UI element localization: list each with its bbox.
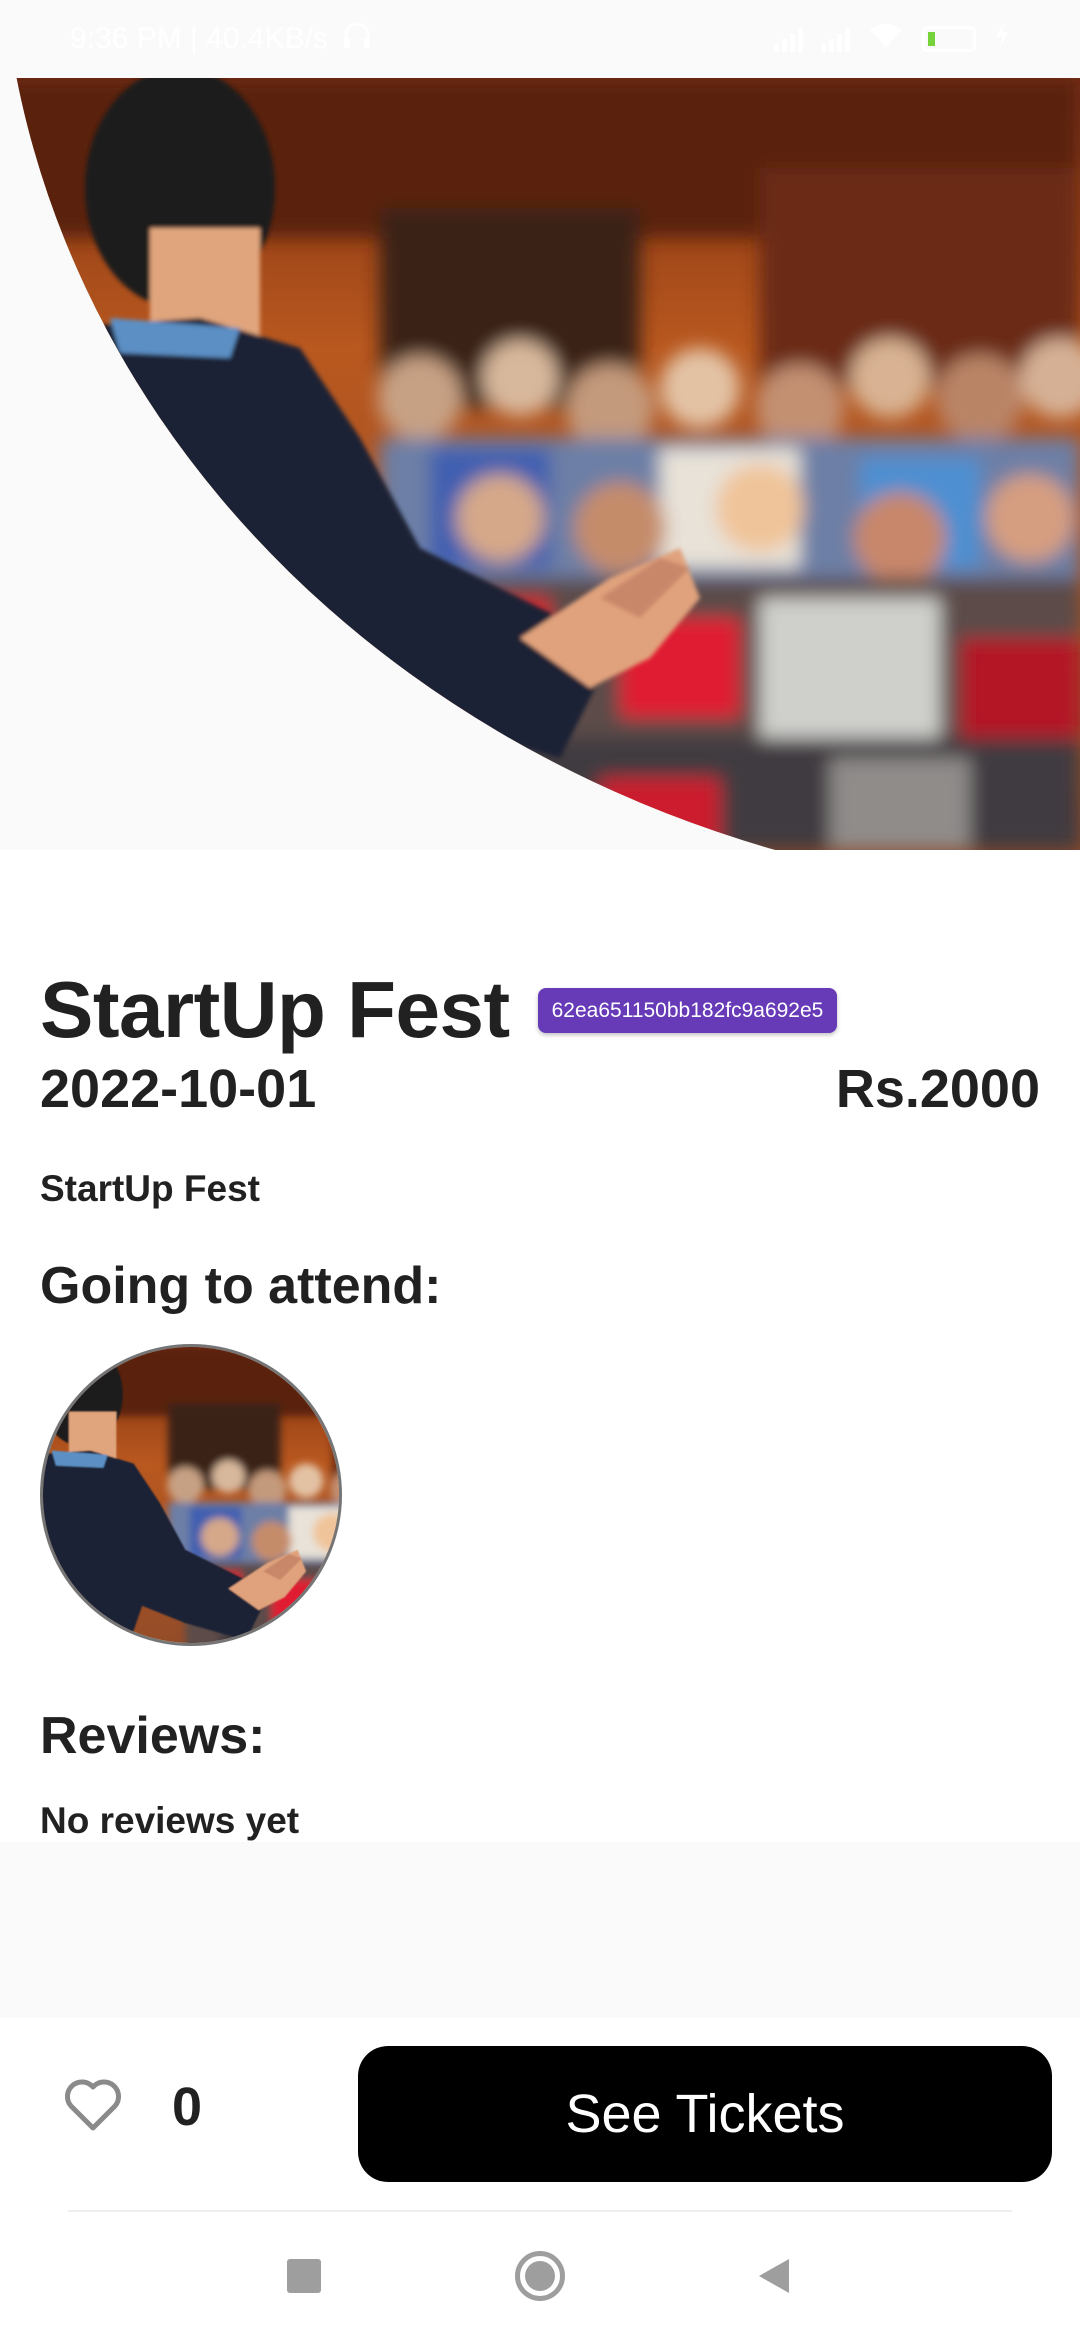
event-date: 2022-10-01 [40,1059,317,1119]
event-id-badge: 62ea651150bb182fc9a692e5 [537,987,838,1033]
content-footer-band [0,1842,1080,2018]
event-cover-photo [0,78,1080,850]
event-price: Rs.2000 [835,1059,1040,1119]
status-time: 9:36 PM | 40.4KB/s [70,22,328,55]
like-count: 0 [172,2077,203,2137]
reviews-heading: Reviews: [40,1707,266,1765]
event-description: StartUp Fest [40,1168,260,1209]
date-price-row: 2022-10-01 Rs.2000 [40,1062,1040,1116]
back-triangle-icon[interactable] [744,2246,804,2306]
wifi-icon [868,21,904,57]
status-bar: 9:36 PM | 40.4KB/s [0,0,1080,78]
headphones-icon [342,20,372,58]
charging-icon [994,22,1010,56]
title-row: StartUp Fest 62ea651150bb182fc9a692e5 [40,965,838,1054]
signal-icon-2 [821,26,850,52]
event-cover-image [0,78,1080,850]
system-nav-bar [0,2212,1080,2340]
recents-square-icon[interactable] [274,2246,334,2306]
attendee-avatar[interactable] [40,1344,342,1646]
status-right [774,21,1010,57]
event-title: StartUp Fest [40,965,510,1054]
bottom-action-bar: 0 See Tickets [0,2018,1080,2210]
attendees-heading: Going to attend: [40,1257,442,1315]
heart-outline-icon[interactable] [64,2078,122,2132]
battery-icon [922,26,976,52]
signal-icon [774,26,803,52]
status-left: 9:36 PM | 40.4KB/s [70,20,372,58]
home-circle-icon[interactable] [510,2246,570,2306]
reviews-empty-text: No reviews yet [40,1800,300,1841]
see-tickets-button[interactable]: See Tickets [358,2046,1052,2182]
attendee-avatar-photo [43,1347,342,1646]
